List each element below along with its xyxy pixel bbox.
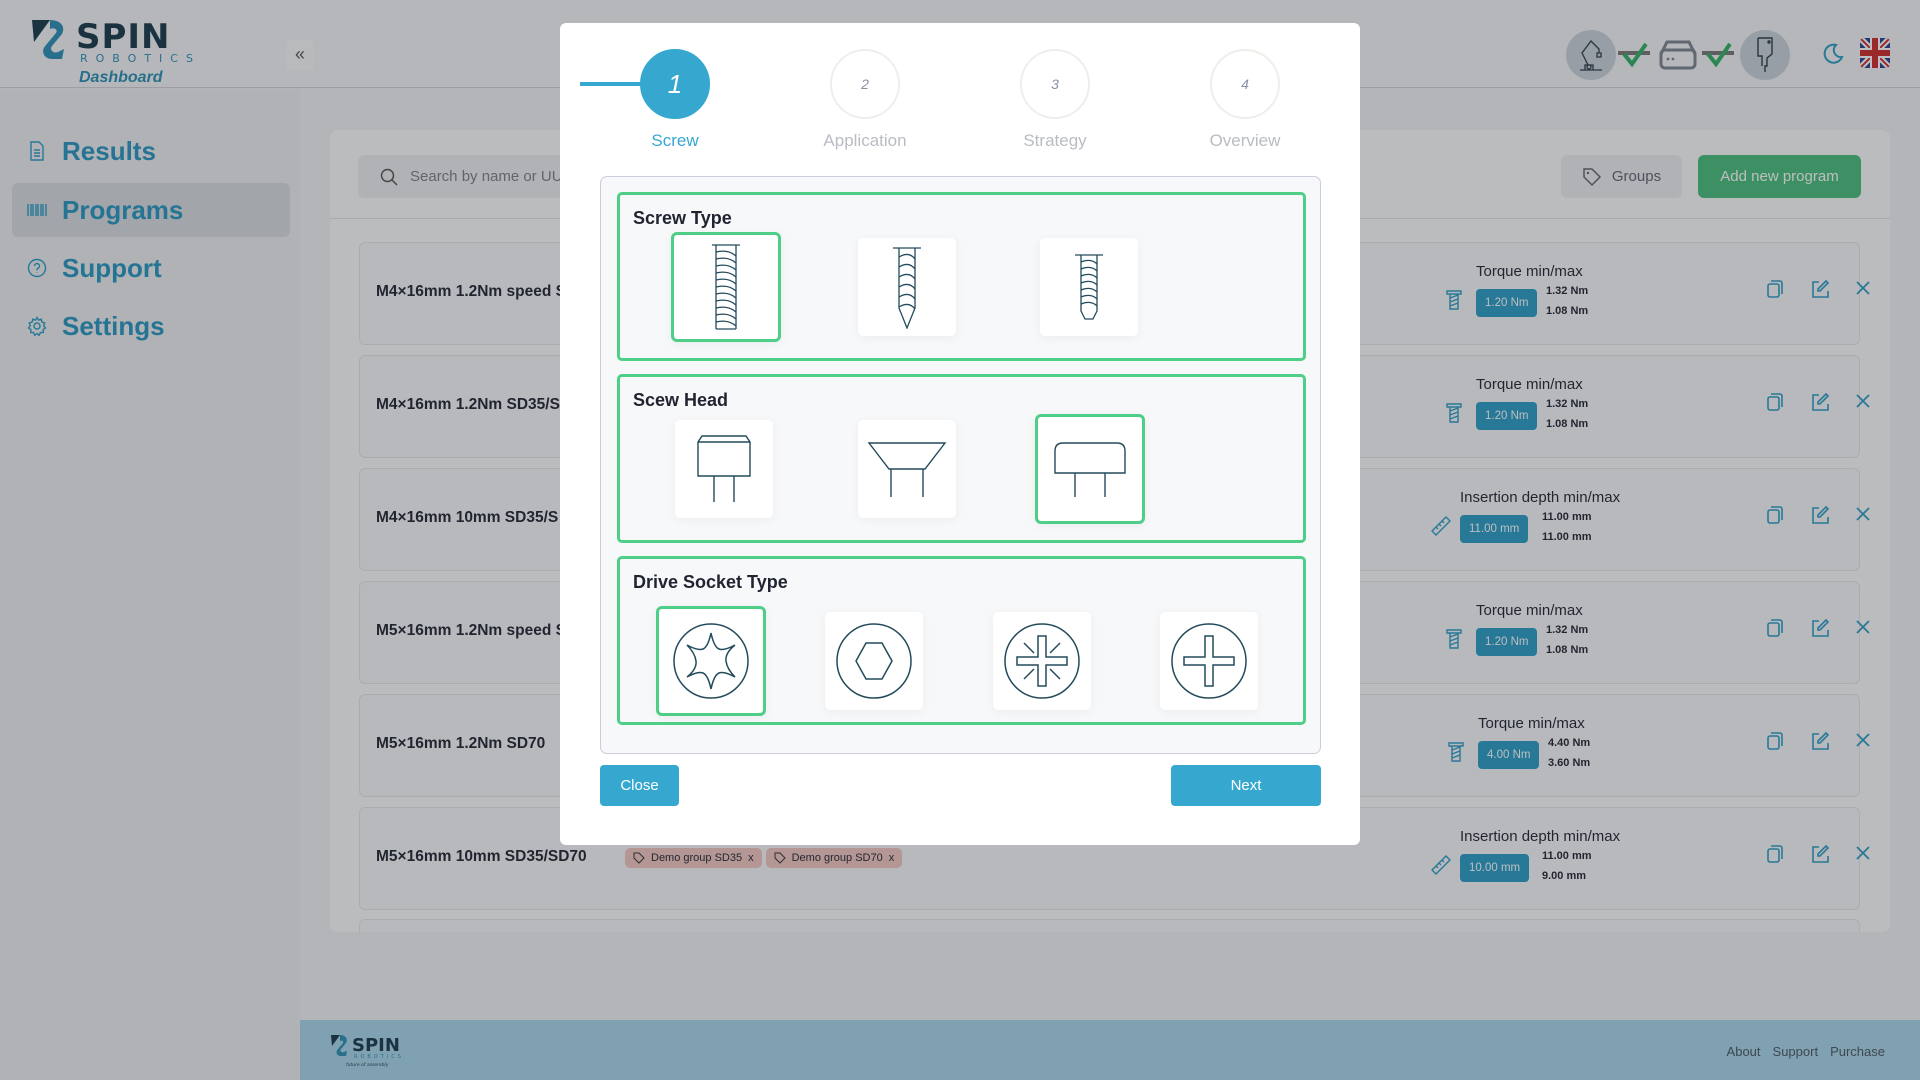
pozidriv-icon bbox=[1004, 623, 1080, 699]
hex-socket-icon bbox=[836, 623, 912, 699]
cylinder-head-icon bbox=[697, 435, 751, 502]
option-cylinder-head[interactable] bbox=[675, 420, 773, 518]
next-button[interactable]: Next bbox=[1171, 765, 1321, 806]
step-progress-line bbox=[580, 82, 642, 86]
pan-head-icon bbox=[1054, 442, 1126, 497]
step-application[interactable]: 2 Application bbox=[823, 49, 907, 150]
option-hex[interactable] bbox=[825, 612, 923, 710]
torx-icon bbox=[673, 623, 749, 699]
option-torx[interactable] bbox=[656, 606, 766, 716]
option-countersunk-head[interactable] bbox=[858, 420, 956, 518]
screw-type-section: Screw Type bbox=[617, 192, 1306, 361]
option-thread-forming-screw[interactable] bbox=[1040, 238, 1138, 336]
option-self-tapping-screw[interactable] bbox=[858, 238, 956, 336]
screw-config-panel: Screw Type Scew Head Drive Socket Type bbox=[600, 176, 1321, 754]
option-phillips[interactable] bbox=[1160, 612, 1258, 710]
section-title: Drive Socket Type bbox=[633, 572, 788, 592]
new-program-wizard-modal: 1 Screw 2 Application 3 Strategy 4 Overview … bbox=[560, 23, 1360, 845]
screw-head-section: Scew Head bbox=[617, 374, 1306, 543]
step-overview[interactable]: 4 Overview bbox=[1210, 49, 1280, 150]
close-button[interactable]: Close bbox=[600, 765, 679, 806]
option-machine-screw[interactable] bbox=[671, 232, 781, 342]
section-title: Scew Head bbox=[633, 390, 729, 410]
option-pan-head[interactable] bbox=[1035, 414, 1145, 524]
machine-screw-icon bbox=[712, 244, 740, 330]
phillips-icon bbox=[1171, 623, 1247, 699]
drive-socket-section: Drive Socket Type bbox=[617, 556, 1306, 725]
step-strategy[interactable]: 3 Strategy bbox=[1020, 49, 1090, 150]
countersunk-head-icon bbox=[867, 442, 947, 497]
section-title: Screw Type bbox=[633, 208, 732, 228]
step-screw[interactable]: 1 Screw bbox=[640, 49, 710, 150]
self-tapping-screw-icon bbox=[893, 247, 921, 329]
option-pozidriv[interactable] bbox=[993, 612, 1091, 710]
thread-forming-screw-icon bbox=[1075, 254, 1103, 320]
